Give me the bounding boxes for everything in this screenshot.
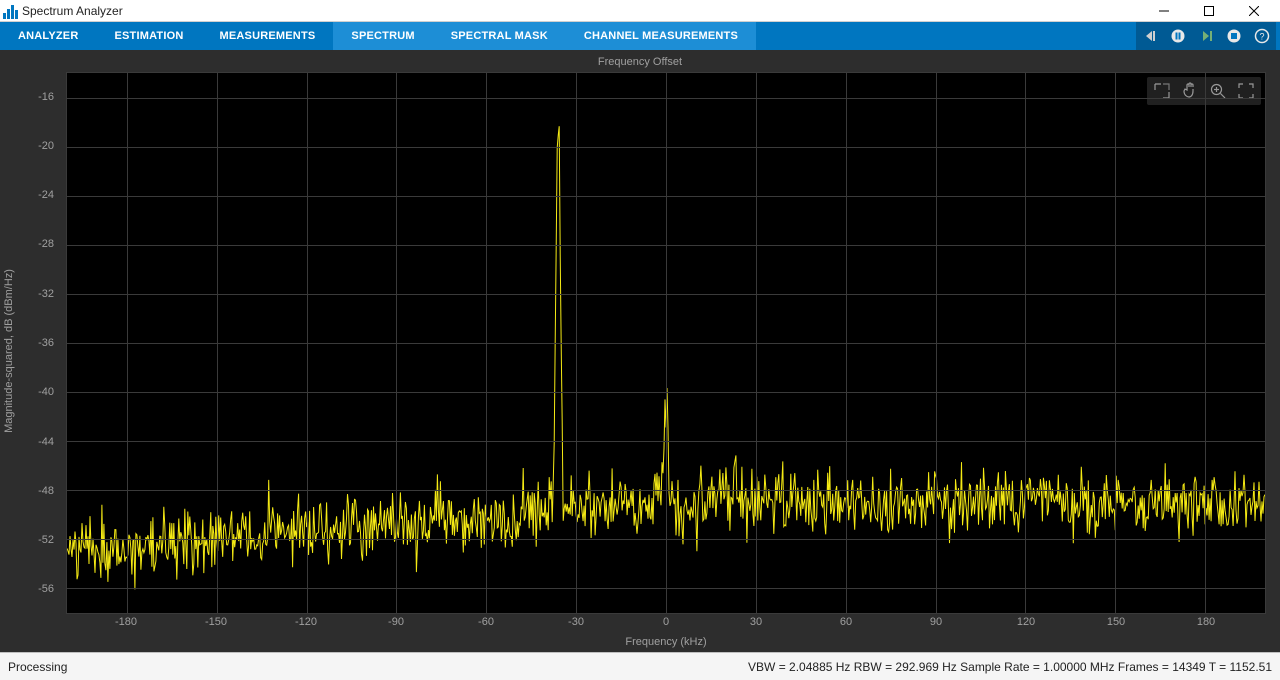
x-tick-labels: -180-150-120-90-60-300306090120150180: [66, 616, 1266, 632]
tab-channel-measurements[interactable]: CHANNEL MEASUREMENTS: [566, 22, 756, 50]
close-button[interactable]: [1231, 0, 1276, 22]
fullscreen-icon[interactable]: [1233, 79, 1259, 103]
toolstrip-controls: ?: [1136, 22, 1280, 50]
tab-measurements[interactable]: MEASUREMENTS: [202, 22, 334, 50]
tab-spectrum[interactable]: SPECTRUM: [333, 22, 432, 50]
plot-area: Frequency Offset Magnitude-squared, dB (…: [0, 50, 1280, 652]
maximize-button[interactable]: [1186, 0, 1231, 22]
autoscale-icon[interactable]: [1149, 79, 1175, 103]
stop-button[interactable]: [1220, 22, 1248, 50]
tab-analyzer[interactable]: ANALYZER: [0, 22, 96, 50]
chart-title: Frequency Offset: [0, 56, 1280, 68]
pause-button[interactable]: [1164, 22, 1192, 50]
help-button[interactable]: ?: [1248, 22, 1276, 50]
tab-spectral-mask[interactable]: SPECTRAL MASK: [433, 22, 566, 50]
status-left: Processing: [8, 660, 67, 674]
app-icon: [2, 3, 18, 19]
title-bar: Spectrum Analyzer: [0, 0, 1280, 22]
status-bar: Processing VBW = 2.04885 Hz RBW = 292.96…: [0, 652, 1280, 680]
y-tick-labels: -16-20-24-28-32-36-40-44-48-52-56: [0, 72, 60, 614]
window-controls: [1141, 0, 1276, 22]
plot-toolbar: [1147, 77, 1261, 105]
minimize-button[interactable]: [1141, 0, 1186, 22]
toolstrip: ANALYZER ESTIMATION MEASUREMENTS SPECTRU…: [0, 22, 1280, 50]
status-right: VBW = 2.04885 Hz RBW = 292.969 Hz Sample…: [748, 660, 1272, 674]
pan-icon[interactable]: [1177, 79, 1203, 103]
x-axis-label: Frequency (kHz): [66, 636, 1266, 648]
plot-canvas[interactable]: [66, 72, 1266, 614]
window-title: Spectrum Analyzer: [22, 4, 123, 18]
zoom-icon[interactable]: [1205, 79, 1231, 103]
svg-text:?: ?: [1259, 32, 1264, 42]
tab-estimation[interactable]: ESTIMATION: [96, 22, 201, 50]
rewind-button[interactable]: [1136, 22, 1164, 50]
step-button[interactable]: [1192, 22, 1220, 50]
